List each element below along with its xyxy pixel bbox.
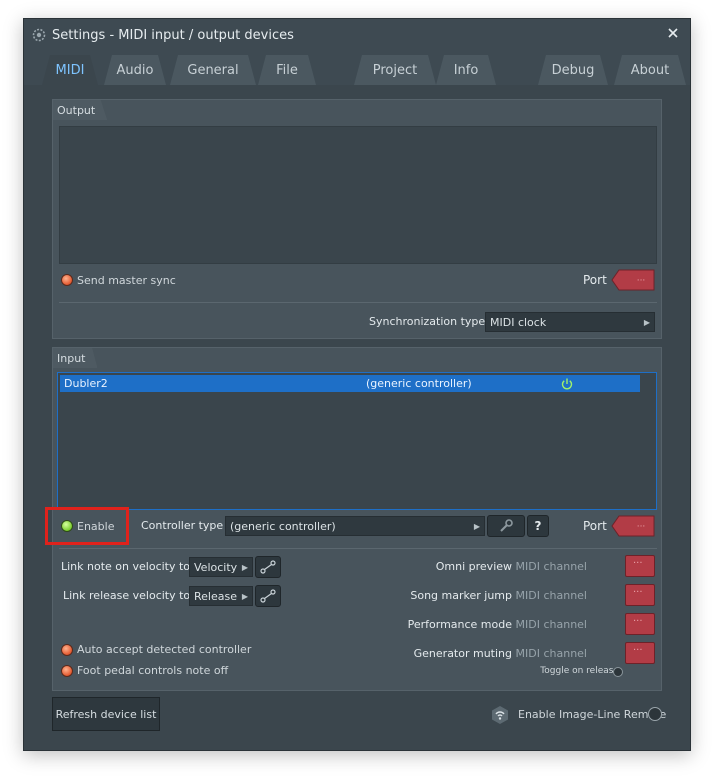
- link-note-velocity-value: Velocity: [194, 560, 238, 574]
- title-bar: Settings - MIDI input / output devices: [24, 19, 690, 51]
- toggle-on-release-radio[interactable]: [613, 667, 623, 677]
- close-icon[interactable]: [666, 26, 680, 40]
- wrench-button[interactable]: [487, 515, 525, 537]
- chevron-right-icon: ▶: [241, 592, 248, 601]
- tab-project[interactable]: Project: [354, 55, 436, 85]
- omni-preview-label: Omni preview: [435, 560, 513, 573]
- output-panel: Output Send master sync Port ··· Synchro…: [52, 99, 662, 339]
- output-divider: [59, 302, 657, 303]
- input-panel: Input Dubler2 (generic controller) Enabl…: [52, 347, 662, 691]
- image-line-remote-icon: [492, 706, 508, 724]
- refresh-device-list-label: Refresh device list: [55, 707, 157, 721]
- output-port-selector[interactable]: ···: [611, 269, 655, 291]
- sync-type-label: Synchronization type: [369, 315, 486, 328]
- midi-channel-label: MIDI channel: [515, 560, 587, 573]
- settings-window: Settings - MIDI input / output devices M…: [23, 18, 691, 751]
- foot-pedal-led[interactable]: [61, 665, 73, 677]
- omni-preview-row: Omni preview MIDI channel: [436, 560, 587, 573]
- send-master-sync-label: Send master sync: [77, 274, 176, 287]
- refresh-device-list-button[interactable]: Refresh device list: [52, 697, 160, 731]
- controller-type-value: (generic controller): [230, 519, 336, 533]
- input-divider: [59, 548, 657, 549]
- generator-muting-label: Generator muting: [413, 647, 513, 660]
- curve-icon: [260, 560, 276, 574]
- sync-type-value: MIDI clock: [490, 315, 547, 329]
- enable-remote-radio[interactable]: [648, 707, 662, 721]
- omni-preview-channel-button[interactable]: [625, 555, 655, 577]
- controller-type-label: Controller type: [141, 519, 224, 532]
- performance-mode-row: Performance mode MIDI channel: [408, 618, 587, 631]
- midi-channel-label: MIDI channel: [515, 589, 587, 602]
- device-controller: (generic controller): [366, 377, 472, 390]
- release-curve-button[interactable]: [255, 585, 281, 607]
- svg-text:···: ···: [637, 276, 646, 286]
- velocity-curve-button[interactable]: [255, 556, 281, 578]
- link-release-velocity-label: Link release velocity to: [63, 589, 191, 602]
- tab-info[interactable]: Info: [436, 55, 496, 85]
- sync-type-dropdown[interactable]: MIDI clock ▶: [485, 312, 655, 332]
- tab-audio[interactable]: Audio: [104, 55, 166, 85]
- tab-debug[interactable]: Debug: [538, 55, 608, 85]
- wrench-icon: [500, 519, 513, 532]
- tab-bar: MIDI Audio General File Project Info Deb…: [24, 51, 690, 85]
- output-section-label: Output: [53, 100, 108, 120]
- midi-channel-label: MIDI channel: [515, 618, 587, 631]
- enable-remote-label: Enable Image-Line Remote: [518, 708, 667, 721]
- chevron-right-icon: ▶: [241, 563, 248, 572]
- chevron-right-icon: ▶: [473, 522, 480, 531]
- foot-pedal-label: Foot pedal controls note off: [77, 664, 229, 677]
- input-port-selector[interactable]: ···: [611, 515, 655, 537]
- tab-midi[interactable]: MIDI: [42, 55, 98, 85]
- song-marker-jump-label: Song marker jump: [410, 589, 513, 602]
- toggle-on-release-label: Toggle on release: [540, 666, 619, 676]
- input-device-row[interactable]: Dubler2 (generic controller): [60, 375, 640, 392]
- gear-icon: [32, 28, 46, 42]
- generator-muting-channel-button[interactable]: [625, 642, 655, 664]
- generator-muting-row: Generator muting MIDI channel: [414, 647, 587, 660]
- enable-highlight-box: [45, 507, 129, 545]
- auto-accept-label: Auto accept detected controller: [77, 643, 252, 656]
- send-master-sync-led[interactable]: [61, 274, 73, 286]
- auto-accept-led[interactable]: [61, 644, 73, 656]
- power-icon[interactable]: [560, 377, 574, 391]
- midi-settings-content: Output Send master sync Port ··· Synchro…: [24, 85, 690, 750]
- output-device-list[interactable]: [59, 126, 657, 264]
- input-port-label: Port: [583, 519, 607, 533]
- song-marker-jump-row: Song marker jump MIDI channel: [410, 589, 587, 602]
- help-label: ?: [534, 519, 542, 533]
- link-note-velocity-label: Link note on velocity to: [61, 560, 191, 573]
- output-port-label: Port: [583, 273, 607, 287]
- device-name: Dubler2: [64, 377, 108, 390]
- tab-about[interactable]: About: [614, 55, 686, 85]
- curve-icon: [260, 589, 276, 603]
- window-title: Settings - MIDI input / output devices: [52, 27, 294, 43]
- performance-mode-channel-button[interactable]: [625, 613, 655, 635]
- help-button[interactable]: ?: [527, 515, 549, 537]
- tab-general[interactable]: General: [170, 55, 256, 85]
- input-section-label: Input: [53, 348, 98, 368]
- midi-channel-label: MIDI channel: [515, 647, 587, 660]
- link-release-velocity-value: Release: [194, 589, 237, 603]
- song-marker-jump-channel-button[interactable]: [625, 584, 655, 606]
- svg-text:···: ···: [637, 522, 646, 532]
- performance-mode-label: Performance mode: [407, 618, 513, 631]
- chevron-right-icon: ▶: [643, 318, 650, 327]
- link-release-velocity-dropdown[interactable]: Release ▶: [189, 586, 253, 606]
- controller-type-dropdown[interactable]: (generic controller) ▶: [225, 516, 485, 536]
- link-note-velocity-dropdown[interactable]: Velocity ▶: [189, 557, 253, 577]
- tab-file[interactable]: File: [258, 55, 316, 85]
- input-device-list[interactable]: Dubler2 (generic controller): [57, 372, 657, 510]
